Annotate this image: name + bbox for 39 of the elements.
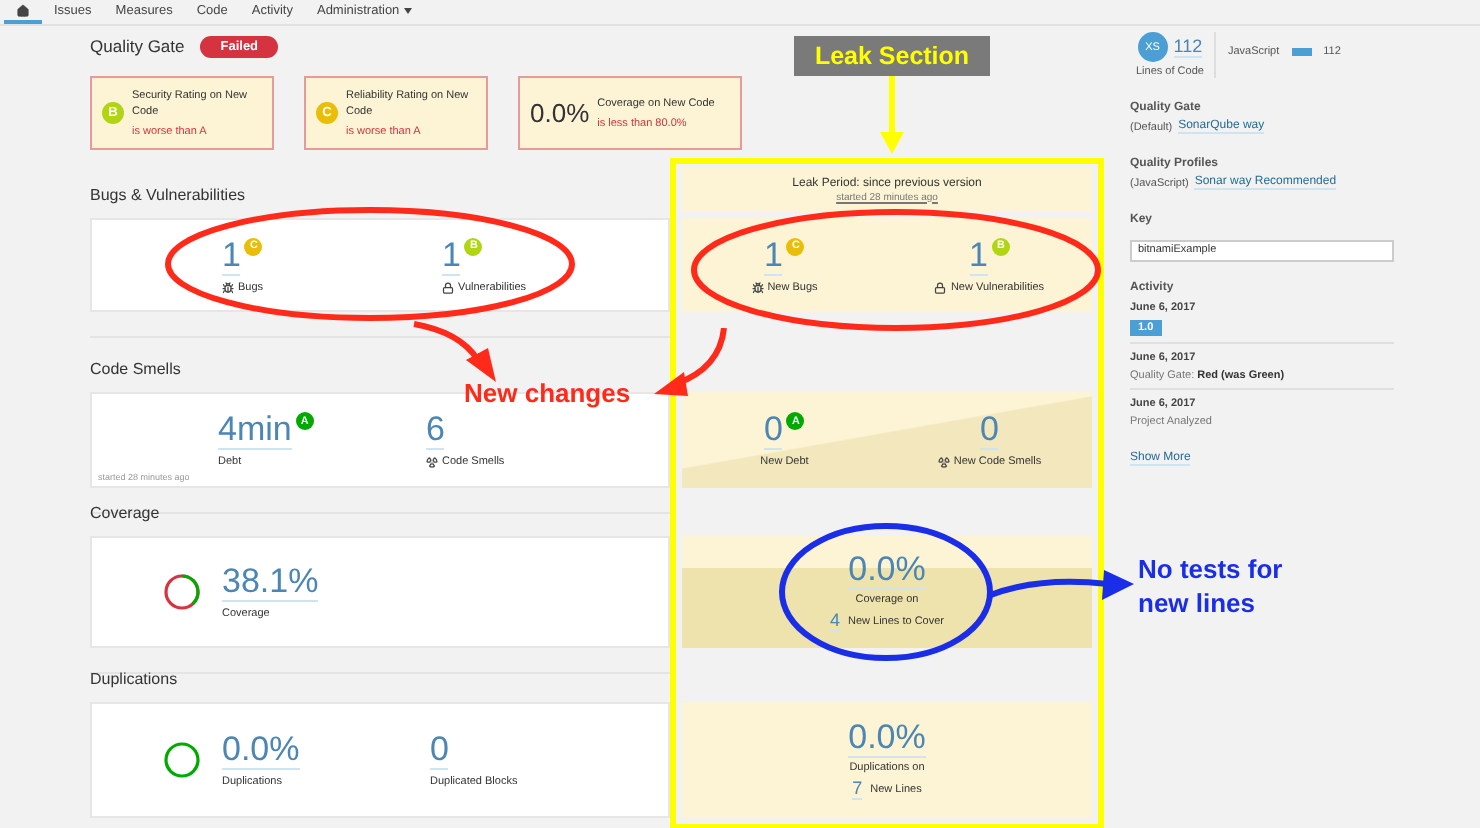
condition-value: 0.0% [530,98,590,128]
quality-gate-title: Quality Gate [90,36,185,56]
measure-value[interactable]: 0.0% [848,720,926,758]
language-bar [1291,48,1312,56]
annotation-text: No tests for new lines [1138,552,1285,620]
radiation-icon [426,456,438,468]
bug-icon [222,281,234,293]
measure-value[interactable]: 0.0% [848,552,926,590]
measure-value[interactable]: 0 [764,412,783,450]
section-title: Coverage [90,504,160,522]
annotation-label: Leak Section [794,36,990,76]
lock-icon [442,281,454,293]
measure-value[interactable]: 1 [969,237,988,275]
annotation-arrow [410,320,498,384]
radiation-icon [937,456,950,468]
lock-icon [934,281,947,293]
duplication-ring [162,740,202,780]
measure-value[interactable]: 1 [764,237,783,275]
measure-value[interactable]: 0.0% [222,732,300,770]
section-title: Code Smells [90,360,181,378]
home-tab[interactable] [4,0,42,24]
measure-value[interactable]: 0 [430,732,449,770]
annotation-arrow [878,76,906,156]
measure-value[interactable]: 0 [980,412,999,450]
bug-icon [751,281,764,293]
measure-value[interactable]: 1 [222,237,241,275]
coverage-ring [162,572,202,612]
line-count[interactable]: 4 [829,610,840,632]
measure-value[interactable]: 4min [218,412,292,450]
lines-of-code-value[interactable]: 112 [1173,36,1203,58]
section-title: Bugs & Vulnerabilities [90,186,246,204]
section-title: Duplications [90,670,178,688]
line-count[interactable]: 7 [852,778,863,800]
measure-value[interactable]: 38.1% [222,564,319,602]
measure-value[interactable]: 1 [442,237,461,275]
caret-icon [403,7,412,13]
measure-value[interactable]: 6 [426,412,445,450]
annotation-text: New changes [464,376,631,410]
home-icon [16,3,30,17]
